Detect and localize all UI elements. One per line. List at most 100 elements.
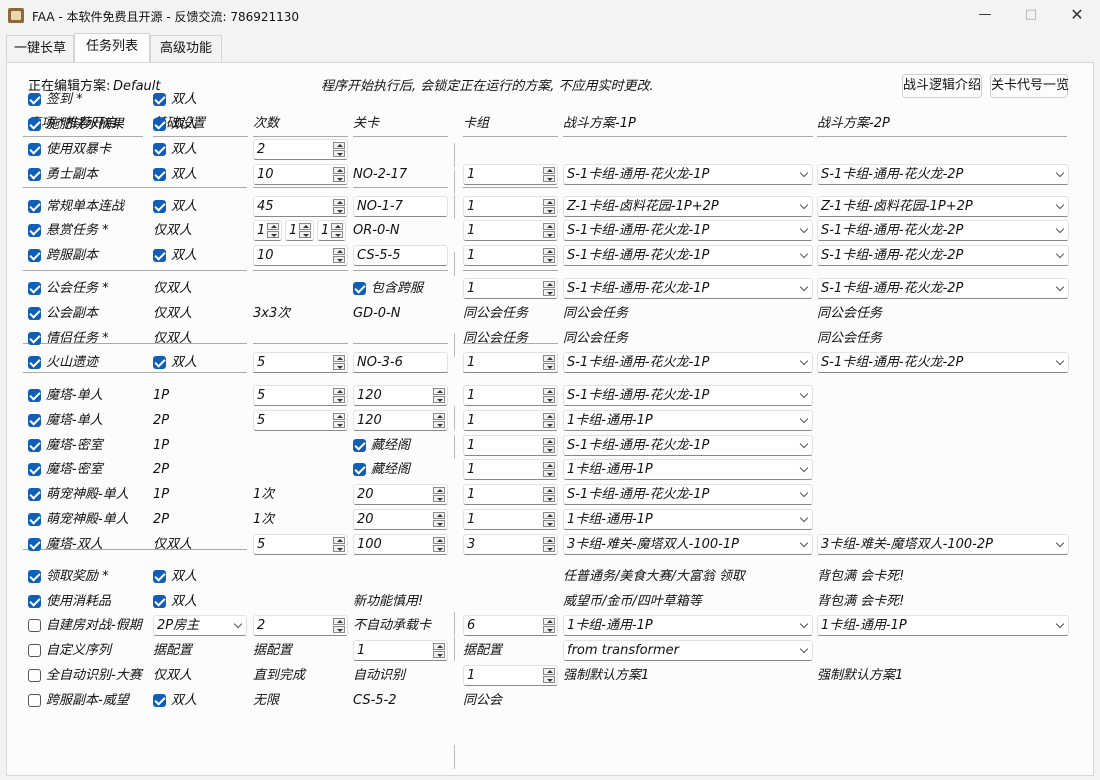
spinner-arrows-icon[interactable] [333, 388, 345, 403]
task-enable-checkbox[interactable] [28, 644, 41, 657]
spinner-arrows-icon[interactable] [333, 199, 345, 214]
spinner-arrows-icon[interactable] [333, 618, 345, 633]
spinner-arrows-icon[interactable] [543, 355, 555, 370]
deck-field[interactable]: 1 [463, 385, 558, 406]
task-enable-checkbox[interactable] [28, 168, 41, 181]
spinner-arrows-icon[interactable] [543, 487, 555, 502]
task-enable-checkbox[interactable] [28, 282, 41, 295]
tab-advanced[interactable]: 高级功能 [150, 35, 222, 62]
plan-2p-select[interactable]: S-1卡组-通用-花火龙-2P [817, 164, 1069, 185]
plan-1p-select[interactable]: S-1卡组-通用-花火龙-1P [563, 484, 813, 505]
stage-field[interactable]: 120 [353, 410, 448, 431]
count-field[interactable]: 45 [253, 196, 348, 217]
stage-field[interactable]: 20 [353, 484, 448, 505]
double-checkbox[interactable] [153, 356, 166, 369]
close-icon[interactable]: ✕ [1054, 0, 1100, 30]
spinner-arrows-icon[interactable] [333, 142, 345, 157]
plan-2p-select[interactable]: S-1卡组-通用-花火龙-2P [817, 245, 1069, 266]
spinner-arrows-icon[interactable] [543, 167, 555, 182]
task-enable-checkbox[interactable] [28, 143, 41, 156]
spinner-arrows-icon[interactable] [543, 248, 555, 263]
task-enable-checkbox[interactable] [28, 538, 41, 551]
task-enable-checkbox[interactable] [28, 389, 41, 402]
spinner-arrows-icon[interactable] [299, 223, 311, 238]
spinner-arrows-icon[interactable] [331, 223, 343, 238]
stage-field[interactable]: 120 [353, 385, 448, 406]
task-enable-checkbox[interactable] [28, 249, 41, 262]
count-field[interactable]: 5 [253, 410, 348, 431]
deck-field[interactable]: 1 [463, 352, 558, 373]
double-checkbox[interactable] [153, 249, 166, 262]
stage-input[interactable]: NO-3-6 [353, 352, 448, 373]
task-enable-checkbox[interactable] [28, 488, 41, 501]
plan-2p-select[interactable]: S-1卡组-通用-花火龙-2P [817, 220, 1069, 241]
stage-field[interactable]: 100 [353, 534, 448, 555]
task-enable-checkbox[interactable] [28, 356, 41, 369]
plan-2p-select[interactable]: S-1卡组-通用-花火龙-2P [817, 352, 1069, 373]
spinner-arrows-icon[interactable] [433, 512, 445, 527]
double-checkbox[interactable] [153, 595, 166, 608]
count-field[interactable]: 10 [253, 245, 348, 266]
deck-field[interactable]: 1 [463, 459, 558, 480]
plan-1p-select[interactable]: S-1卡组-通用-花火龙-1P [563, 245, 813, 266]
count-field[interactable]: 2 [253, 615, 348, 636]
spinner-arrows-icon[interactable] [433, 388, 445, 403]
maximize-icon[interactable]: □ [1008, 0, 1054, 30]
task-enable-checkbox[interactable] [28, 463, 41, 476]
deck-field[interactable]: 1 [463, 164, 558, 185]
spinner-arrows-icon[interactable] [433, 643, 445, 658]
base-setting-select[interactable]: 2P房主 [153, 615, 247, 636]
deck-field[interactable]: 1 [463, 196, 558, 217]
spinner-arrows-icon[interactable] [433, 537, 445, 552]
tab-task-list[interactable]: 任务列表 [74, 33, 150, 62]
double-checkbox[interactable] [153, 118, 166, 131]
spinner-arrows-icon[interactable] [543, 413, 555, 428]
plan-1p-select[interactable]: S-1卡组-通用-花火龙-1P [563, 352, 813, 373]
count-field[interactable]: 2 [253, 139, 348, 160]
spinner-arrows-icon[interactable] [433, 487, 445, 502]
stage-input[interactable]: NO-1-7 [353, 196, 448, 217]
plan-1p-select[interactable]: S-1卡组-通用-花火龙-1P [563, 435, 813, 456]
deck-field[interactable]: 1 [463, 484, 558, 505]
task-enable-checkbox[interactable] [28, 595, 41, 608]
deck-field[interactable]: 1 [463, 509, 558, 530]
deck-field[interactable]: 1 [463, 220, 558, 241]
spinner-arrows-icon[interactable] [267, 223, 279, 238]
plan-1p-select[interactable]: 3卡组-难关-魔塔双人-100-1P [563, 534, 813, 555]
spinner-arrows-icon[interactable] [543, 199, 555, 214]
plan-1p-select[interactable]: 1卡组-通用-1P [563, 509, 813, 530]
plan-1p-select[interactable]: S-1卡组-通用-花火龙-1P [563, 164, 813, 185]
spinner-arrows-icon[interactable] [543, 668, 555, 683]
spinner-arrows-icon[interactable] [333, 413, 345, 428]
minimize-icon[interactable]: — [962, 0, 1008, 30]
task-enable-checkbox[interactable] [28, 570, 41, 583]
deck-field[interactable]: 1 [463, 278, 558, 299]
plan-1p-select[interactable]: S-1卡组-通用-花火龙-1P [563, 385, 813, 406]
deck-field[interactable]: 1 [463, 665, 558, 686]
plan-2p-select[interactable]: 1卡组-通用-1P [817, 615, 1069, 636]
plan-1p-select[interactable]: from transformer [563, 640, 813, 661]
task-enable-checkbox[interactable] [28, 118, 41, 131]
task-enable-checkbox[interactable] [28, 694, 41, 707]
task-enable-checkbox[interactable] [28, 332, 41, 345]
spinner-arrows-icon[interactable] [333, 248, 345, 263]
count-field[interactable]: 1 [285, 220, 314, 241]
count-field[interactable]: 5 [253, 534, 348, 555]
plan-1p-select[interactable]: S-1卡组-通用-花火龙-1P [563, 278, 813, 299]
spinner-arrows-icon[interactable] [543, 281, 555, 296]
stage-checkbox[interactable] [353, 463, 366, 476]
task-enable-checkbox[interactable] [28, 439, 41, 452]
double-checkbox[interactable] [153, 168, 166, 181]
deck-field[interactable]: 3 [463, 534, 558, 555]
task-enable-checkbox[interactable] [28, 224, 41, 237]
spinner-arrows-icon[interactable] [543, 537, 555, 552]
tab-one-click[interactable]: 一键长草 [6, 35, 74, 62]
spinner-arrows-icon[interactable] [333, 355, 345, 370]
spinner-arrows-icon[interactable] [543, 512, 555, 527]
spinner-arrows-icon[interactable] [333, 537, 345, 552]
count-field[interactable]: 1 [253, 220, 282, 241]
plan-1p-select[interactable]: S-1卡组-通用-花火龙-1P [563, 220, 813, 241]
stage-field[interactable]: 1 [353, 640, 448, 661]
plan-1p-select[interactable]: 1卡组-通用-1P [563, 410, 813, 431]
double-checkbox[interactable] [153, 200, 166, 213]
